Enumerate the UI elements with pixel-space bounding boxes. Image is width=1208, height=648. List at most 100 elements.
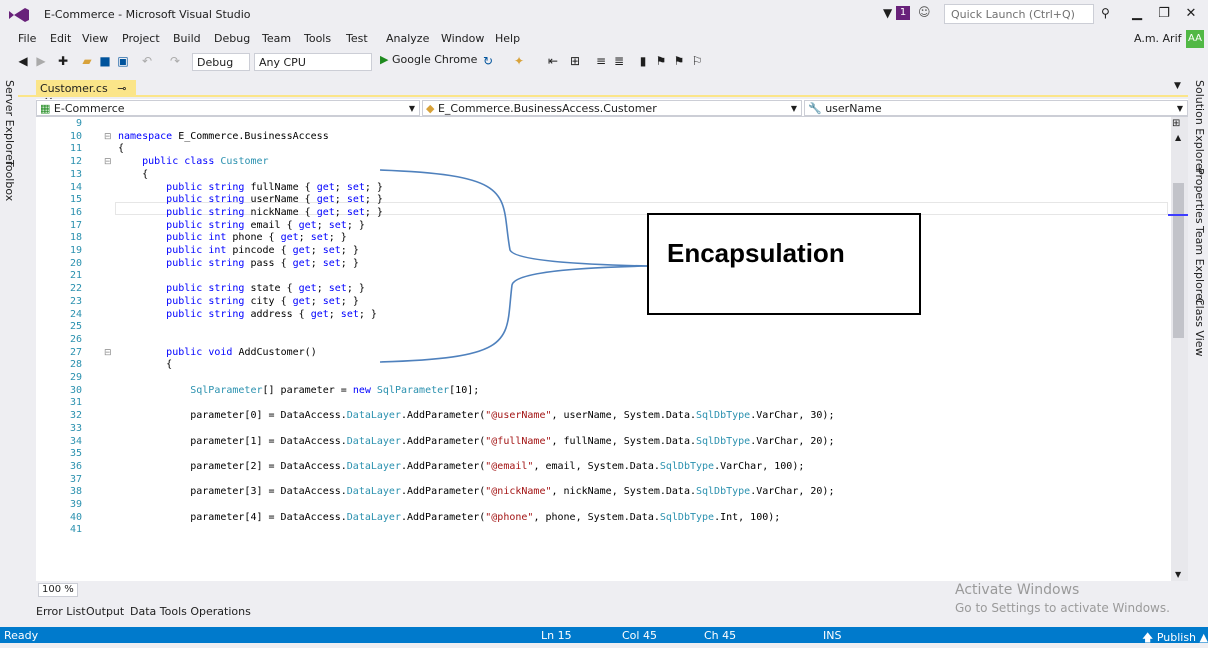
member-dropdown[interactable]: 🔧 userName ▼ bbox=[804, 100, 1188, 116]
publish-label: Publish bbox=[1156, 631, 1197, 644]
csharp-project-icon: ▦ bbox=[40, 102, 51, 115]
team-explorer-tab[interactable]: Team Explorer bbox=[1193, 226, 1206, 304]
clear-bookmarks-icon[interactable]: ⚐ bbox=[690, 54, 704, 68]
browser-link-icon[interactable]: ✦ bbox=[512, 54, 526, 68]
save-all-icon[interactable]: ▣ bbox=[116, 54, 130, 68]
code-line[interactable]: public string address { get; set; } bbox=[118, 309, 377, 320]
back-icon[interactable]: ◀ bbox=[16, 54, 30, 68]
refresh-icon[interactable]: ↻ bbox=[481, 54, 495, 68]
fold-toggle-icon[interactable]: ⊟ bbox=[104, 157, 112, 167]
platform-select[interactable]: Any CPU bbox=[254, 53, 372, 71]
properties-tab[interactable]: Properties bbox=[1193, 168, 1206, 224]
step-icon[interactable]: ⇤ bbox=[546, 54, 560, 68]
menu-help[interactable]: Help bbox=[495, 32, 520, 45]
menu-file[interactable]: File bbox=[18, 32, 36, 45]
menu-edit[interactable]: Edit bbox=[50, 32, 71, 45]
scroll-down-icon[interactable]: ▼ bbox=[1175, 570, 1181, 579]
publish-button[interactable]: 🡅 Publish ▲ bbox=[1142, 629, 1208, 648]
menu-debug[interactable]: Debug bbox=[214, 32, 250, 45]
chevron-down-icon: ▼ bbox=[408, 104, 415, 113]
publish-arrow-icon: 🡅 bbox=[1142, 631, 1154, 644]
code-line[interactable]: public string state { get; set; } bbox=[118, 284, 365, 294]
code-line[interactable]: SqlParameter[] parameter = new SqlParame… bbox=[118, 385, 479, 396]
line-number: 27 bbox=[69, 346, 82, 358]
menu-tools[interactable]: Tools bbox=[304, 32, 331, 45]
code-line[interactable]: public string pass { get; set; } bbox=[118, 258, 359, 269]
forward-icon[interactable]: ▶ bbox=[34, 54, 48, 68]
code-line[interactable]: public string nickName { get; set; } bbox=[118, 207, 383, 218]
open-file-icon[interactable]: ▰ bbox=[80, 54, 94, 68]
new-project-icon[interactable]: ✚ bbox=[56, 54, 70, 68]
code-line[interactable]: public int pincode { get; set; } bbox=[118, 246, 359, 256]
avatar[interactable]: AA bbox=[1186, 30, 1204, 48]
redo-icon[interactable]: ↷ bbox=[168, 54, 182, 68]
code-line[interactable]: { bbox=[118, 144, 124, 154]
chevron-down-icon: ▼ bbox=[790, 104, 797, 113]
minimize-button[interactable]: ▁ bbox=[1125, 3, 1149, 25]
close-button[interactable]: ✕ bbox=[1179, 3, 1203, 25]
tab-error-list[interactable]: Error List bbox=[36, 605, 86, 618]
menu-team[interactable]: Team bbox=[262, 32, 291, 45]
start-button[interactable]: ▶ Google Chrome bbox=[380, 53, 477, 71]
code-line[interactable]: public void AddCustomer() bbox=[118, 347, 317, 358]
code-line[interactable]: parameter[1] = DataAccess.DataLayer.AddP… bbox=[118, 436, 834, 447]
zoom-select[interactable]: 100 % bbox=[38, 583, 78, 597]
split-icon[interactable]: ⊞ bbox=[1172, 118, 1180, 129]
document-tab-strip bbox=[18, 78, 1188, 97]
menu-window[interactable]: Window bbox=[441, 32, 484, 45]
code-line[interactable]: parameter[2] = DataAccess.DataLayer.AddP… bbox=[118, 461, 804, 472]
code-line[interactable]: namespace E_Commerce.BusinessAccess bbox=[118, 131, 329, 142]
bookmark-icon[interactable]: ▮ bbox=[636, 54, 650, 68]
tab-output[interactable]: Output bbox=[86, 605, 124, 618]
tab-dropdown-icon[interactable]: ▼ bbox=[1174, 81, 1181, 91]
line-number: 38 bbox=[69, 486, 82, 498]
quick-launch-input[interactable]: Quick Launch (Ctrl+Q) bbox=[944, 4, 1094, 24]
chevron-down-icon: ▼ bbox=[1176, 104, 1183, 113]
code-line[interactable]: public class Customer bbox=[118, 157, 268, 167]
menu-build[interactable]: Build bbox=[173, 32, 201, 45]
code-line[interactable]: parameter[3] = DataAccess.DataLayer.AddP… bbox=[118, 487, 834, 497]
restore-button[interactable]: ❐ bbox=[1152, 3, 1176, 25]
prev-bookmark-icon[interactable]: ⚑ bbox=[654, 54, 668, 68]
toolbox-tab[interactable]: Toolbox bbox=[3, 160, 16, 201]
tab-customer-cs[interactable]: Customer.cs ⊸ ✕ bbox=[36, 80, 136, 108]
server-explorer-tab[interactable]: Server Explorer bbox=[3, 80, 16, 165]
code-line[interactable]: public string city { get; set; } bbox=[118, 296, 359, 307]
feedback-icon[interactable]: ☺ bbox=[918, 5, 931, 19]
scrollbar-thumb[interactable] bbox=[1173, 183, 1184, 338]
fold-toggle-icon[interactable]: ⊟ bbox=[104, 348, 112, 358]
uncomment-icon[interactable]: ≣ bbox=[612, 54, 626, 68]
status-ready: Ready bbox=[4, 629, 39, 642]
menu-project[interactable]: Project bbox=[122, 32, 160, 45]
save-icon[interactable]: ■ bbox=[98, 54, 112, 68]
code-line[interactable]: { bbox=[118, 360, 172, 370]
project-dropdown[interactable]: ▦ E-Commerce ▼ bbox=[36, 100, 420, 116]
class-view-tab[interactable]: Class View bbox=[1193, 298, 1206, 357]
code-line[interactable]: parameter[4] = DataAccess.DataLayer.AddP… bbox=[118, 512, 780, 523]
menu-test[interactable]: Test bbox=[346, 32, 368, 45]
tab-data-tools-operations[interactable]: Data Tools Operations bbox=[130, 605, 251, 618]
scroll-up-icon[interactable]: ▲ bbox=[1175, 133, 1181, 142]
pin-icon[interactable]: ⊸ bbox=[117, 82, 126, 95]
code-line[interactable]: public string email { get; set; } bbox=[118, 220, 365, 231]
comment-icon[interactable]: ≡ bbox=[594, 54, 608, 68]
search-icon[interactable]: ⚲ bbox=[1101, 6, 1110, 20]
code-line[interactable]: public string fullName { get; set; } bbox=[118, 182, 383, 193]
code-line[interactable]: public int phone { get; set; } bbox=[118, 233, 347, 243]
menu-analyze[interactable]: Analyze bbox=[386, 32, 429, 45]
menu-view[interactable]: View bbox=[82, 32, 108, 45]
notifications-button[interactable]: ▼ 1 bbox=[883, 6, 913, 20]
hex-icon[interactable]: ⊞ bbox=[568, 54, 582, 68]
code-line[interactable]: parameter[0] = DataAccess.DataLayer.AddP… bbox=[118, 411, 834, 421]
solution-explorer-tab[interactable]: Solution Explorer bbox=[1193, 80, 1206, 174]
code-line[interactable]: public string userName { get; set; } bbox=[118, 195, 383, 205]
user-name[interactable]: A.m. Arif bbox=[1134, 32, 1182, 45]
next-bookmark-icon[interactable]: ⚑ bbox=[672, 54, 686, 68]
line-number: 17 bbox=[69, 219, 82, 231]
fold-toggle-icon[interactable]: ⊟ bbox=[104, 132, 112, 142]
code-line[interactable]: { bbox=[118, 169, 148, 180]
visual-studio-logo-icon bbox=[9, 8, 29, 22]
type-dropdown[interactable]: ◆ E_Commerce.BusinessAccess.Customer ▼ bbox=[422, 100, 802, 116]
undo-icon[interactable]: ↶ bbox=[140, 54, 154, 68]
configuration-select[interactable]: Debug bbox=[192, 53, 250, 71]
